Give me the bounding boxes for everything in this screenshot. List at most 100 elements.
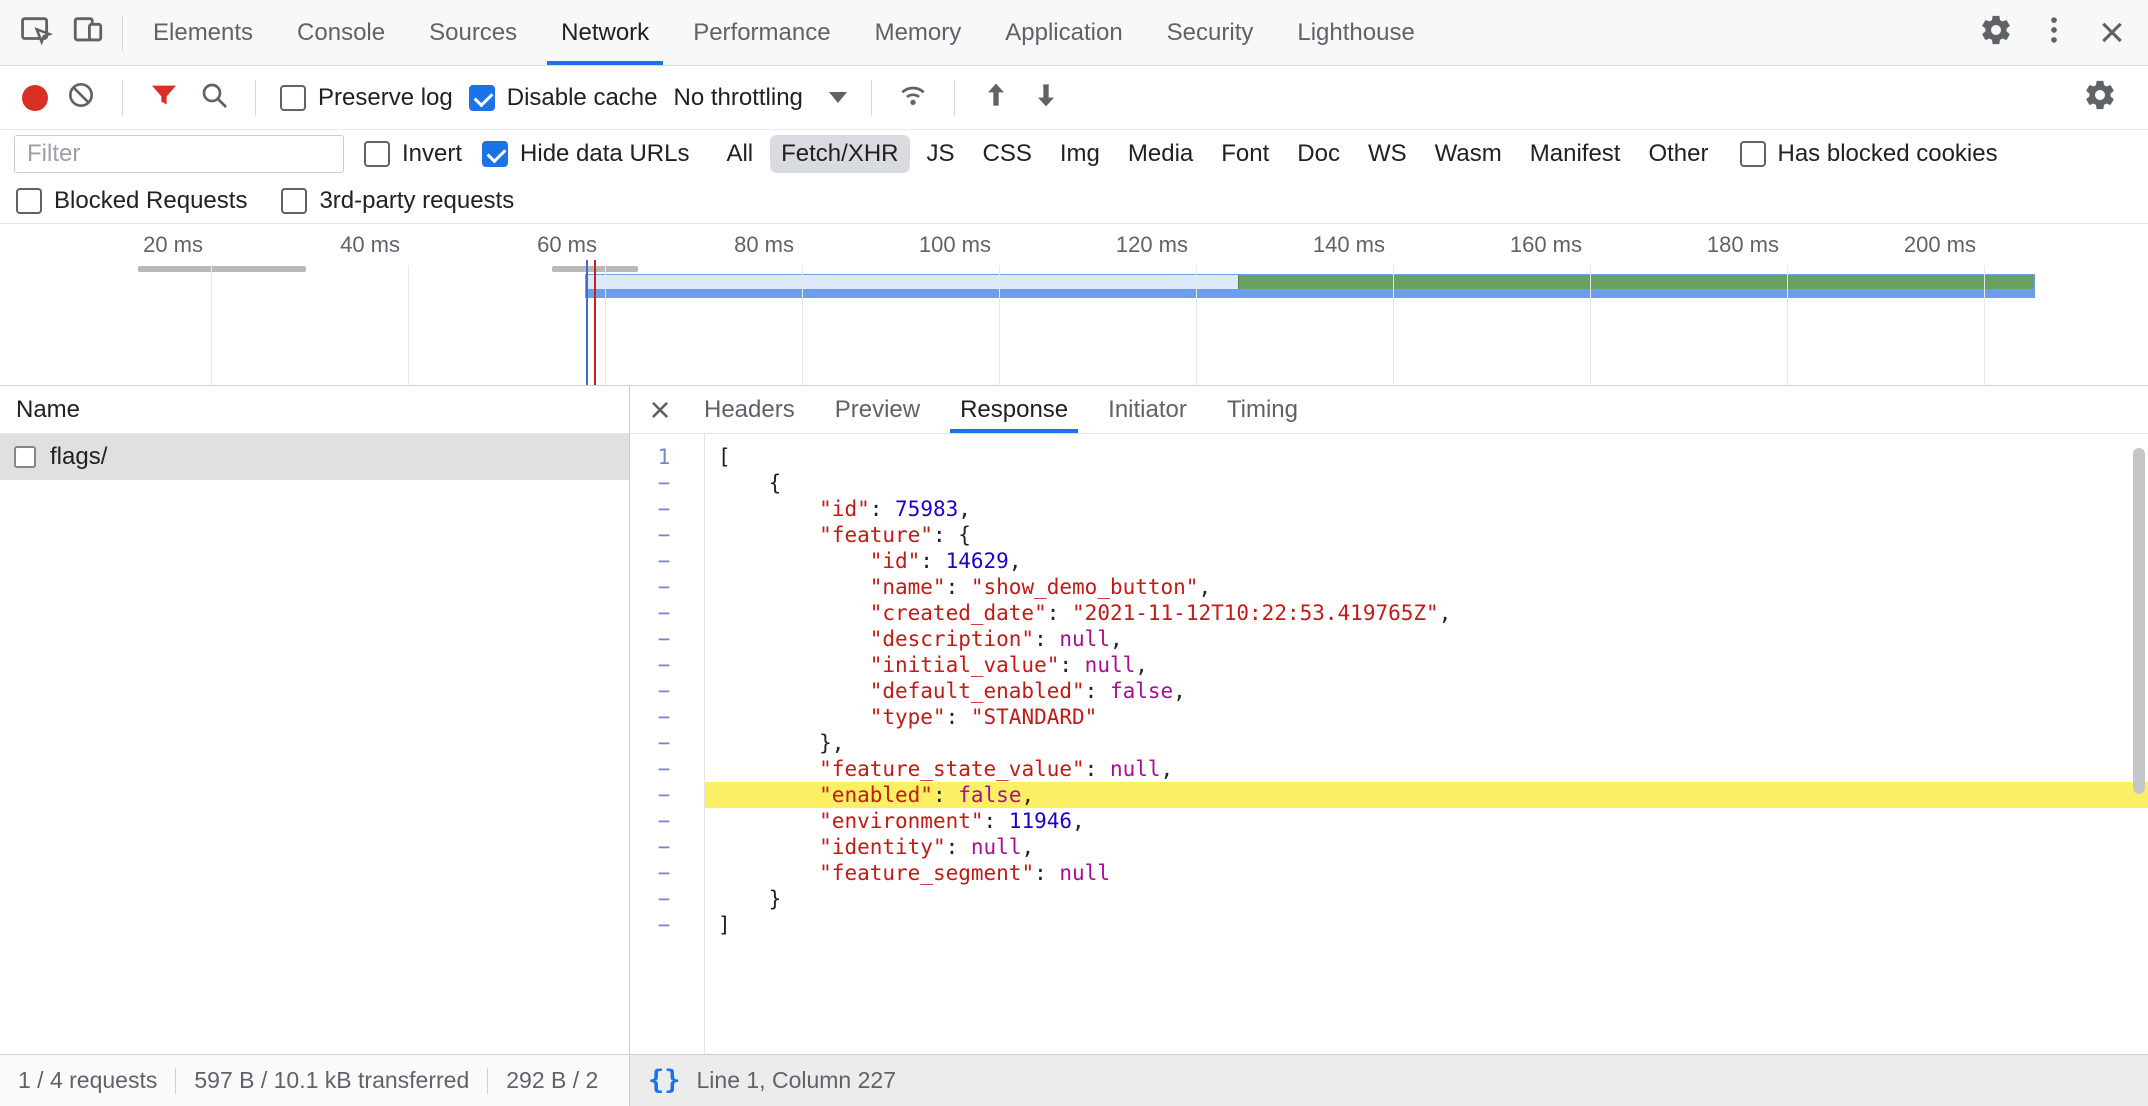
import-har-button[interactable] <box>979 81 1013 115</box>
invert-checkbox[interactable] <box>364 141 390 167</box>
gutter-marker[interactable]: − <box>630 574 704 600</box>
tab-console[interactable]: Console <box>275 0 407 65</box>
disable-cache-toggle[interactable]: Disable cache <box>469 84 658 112</box>
code-line[interactable]: − "description": null, <box>630 626 2148 652</box>
gutter-marker[interactable]: − <box>630 548 704 574</box>
gutter-marker[interactable]: − <box>630 834 704 860</box>
has-blocked-cookies-checkbox[interactable] <box>1740 141 1766 167</box>
filter-type-js[interactable]: JS <box>916 135 966 173</box>
filter-type-manifest[interactable]: Manifest <box>1519 135 1632 173</box>
throttling-select[interactable]: No throttling <box>673 84 846 112</box>
preserve-log-checkbox[interactable] <box>280 85 306 111</box>
code-line[interactable]: − "feature_state_value": null, <box>630 756 2148 782</box>
blocked-requests-checkbox[interactable] <box>16 188 42 214</box>
filter-type-font[interactable]: Font <box>1210 135 1280 173</box>
name-column-header[interactable]: Name <box>0 386 629 434</box>
detail-tab-headers[interactable]: Headers <box>684 386 815 433</box>
gutter-marker[interactable]: 1 <box>630 444 704 470</box>
tab-performance[interactable]: Performance <box>671 0 852 65</box>
tab-network[interactable]: Network <box>539 0 671 65</box>
settings-button[interactable] <box>1970 7 2022 59</box>
code-line[interactable]: − "name": "show_demo_button", <box>630 574 2148 600</box>
filter-input[interactable] <box>14 135 344 173</box>
filter-type-css[interactable]: CSS <box>972 135 1043 173</box>
filter-type-img[interactable]: Img <box>1049 135 1111 173</box>
code-line[interactable]: − "type": "STANDARD" <box>630 704 2148 730</box>
code-line[interactable]: − { <box>630 470 2148 496</box>
code-line[interactable]: − "feature_segment": null <box>630 860 2148 886</box>
pretty-print-braces-icon[interactable]: {} <box>648 1065 681 1096</box>
invert-toggle[interactable]: Invert <box>364 140 462 168</box>
tab-memory[interactable]: Memory <box>853 0 984 65</box>
preserve-log-toggle[interactable]: Preserve log <box>280 84 453 112</box>
tab-security[interactable]: Security <box>1145 0 1276 65</box>
filter-type-ws[interactable]: WS <box>1357 135 1418 173</box>
third-party-requests-toggle[interactable]: 3rd-party requests <box>281 187 514 215</box>
gutter-marker[interactable]: − <box>630 470 704 496</box>
gutter-marker[interactable]: − <box>630 600 704 626</box>
network-conditions-button[interactable] <box>896 81 930 115</box>
gutter-marker[interactable]: − <box>630 860 704 886</box>
code-line[interactable]: − "environment": 11946, <box>630 808 2148 834</box>
filter-type-fetch-xhr[interactable]: Fetch/XHR <box>770 135 909 173</box>
hide-data-urls-checkbox[interactable] <box>482 141 508 167</box>
more-options-button[interactable] <box>2028 7 2080 59</box>
gutter-marker[interactable]: − <box>630 678 704 704</box>
code-line[interactable]: − "identity": null, <box>630 834 2148 860</box>
code-line[interactable]: − "id": 75983, <box>630 496 2148 522</box>
request-checkbox[interactable] <box>14 446 36 468</box>
filter-type-wasm[interactable]: Wasm <box>1424 135 1513 173</box>
gutter-marker[interactable]: − <box>630 496 704 522</box>
gutter-marker[interactable]: − <box>630 522 704 548</box>
code-line[interactable]: − "id": 14629, <box>630 548 2148 574</box>
export-har-button[interactable] <box>1029 81 1063 115</box>
detail-tab-initiator[interactable]: Initiator <box>1088 386 1207 433</box>
gutter-marker[interactable]: − <box>630 730 704 756</box>
third-party-requests-checkbox[interactable] <box>281 188 307 214</box>
gutter-marker[interactable]: − <box>630 756 704 782</box>
detail-tab-preview[interactable]: Preview <box>815 386 940 433</box>
code-line[interactable]: −] <box>630 912 2148 938</box>
code-line[interactable]: − } <box>630 886 2148 912</box>
gutter-marker[interactable]: − <box>630 652 704 678</box>
code-line[interactable]: 1[ <box>630 444 2148 470</box>
tab-application[interactable]: Application <box>983 0 1144 65</box>
code-line[interactable]: − "created_date": "2021-11-12T10:22:53.4… <box>630 600 2148 626</box>
detail-tab-timing[interactable]: Timing <box>1207 386 1318 433</box>
network-settings-button[interactable] <box>2074 72 2126 124</box>
gutter-marker[interactable]: − <box>630 912 704 938</box>
network-overview-timeline[interactable]: 20 ms40 ms60 ms80 ms100 ms120 ms140 ms16… <box>0 224 2148 386</box>
disable-cache-checkbox[interactable] <box>469 85 495 111</box>
response-viewer[interactable]: 1[− {− "id": 75983,− "feature": {− "id":… <box>630 434 2148 1054</box>
tab-elements[interactable]: Elements <box>131 0 275 65</box>
gutter-marker[interactable]: − <box>630 886 704 912</box>
code-line[interactable]: − "initial_value": null, <box>630 652 2148 678</box>
filter-type-other[interactable]: Other <box>1637 135 1719 173</box>
tab-lighthouse[interactable]: Lighthouse <box>1275 0 1436 65</box>
inspect-element-button[interactable] <box>10 7 62 59</box>
gutter-marker[interactable]: − <box>630 808 704 834</box>
search-button[interactable] <box>197 81 231 115</box>
close-devtools-button[interactable]: × <box>2086 7 2138 59</box>
filter-toggle-button[interactable] <box>147 81 181 115</box>
has-blocked-cookies-toggle[interactable]: Has blocked cookies <box>1740 140 1998 168</box>
code-line[interactable]: − "enabled": false, <box>630 782 2148 808</box>
code-line[interactable]: − }, <box>630 730 2148 756</box>
blocked-requests-toggle[interactable]: Blocked Requests <box>16 187 247 215</box>
tab-sources[interactable]: Sources <box>407 0 539 65</box>
gutter-marker[interactable]: − <box>630 704 704 730</box>
detail-tab-response[interactable]: Response <box>940 386 1088 433</box>
request-row[interactable]: flags/ <box>0 434 629 480</box>
device-toolbar-button[interactable] <box>62 7 114 59</box>
vertical-scrollbar[interactable] <box>2133 448 2145 794</box>
record-button[interactable] <box>22 85 48 111</box>
code-line[interactable]: − "default_enabled": false, <box>630 678 2148 704</box>
filter-type-media[interactable]: Media <box>1117 135 1204 173</box>
close-details-button[interactable]: × <box>636 388 684 432</box>
gutter-marker[interactable]: − <box>630 782 704 808</box>
gutter-marker[interactable]: − <box>630 626 704 652</box>
hide-data-urls-toggle[interactable]: Hide data URLs <box>482 140 689 168</box>
code-line[interactable]: − "feature": { <box>630 522 2148 548</box>
filter-type-doc[interactable]: Doc <box>1286 135 1351 173</box>
clear-button[interactable] <box>64 81 98 115</box>
